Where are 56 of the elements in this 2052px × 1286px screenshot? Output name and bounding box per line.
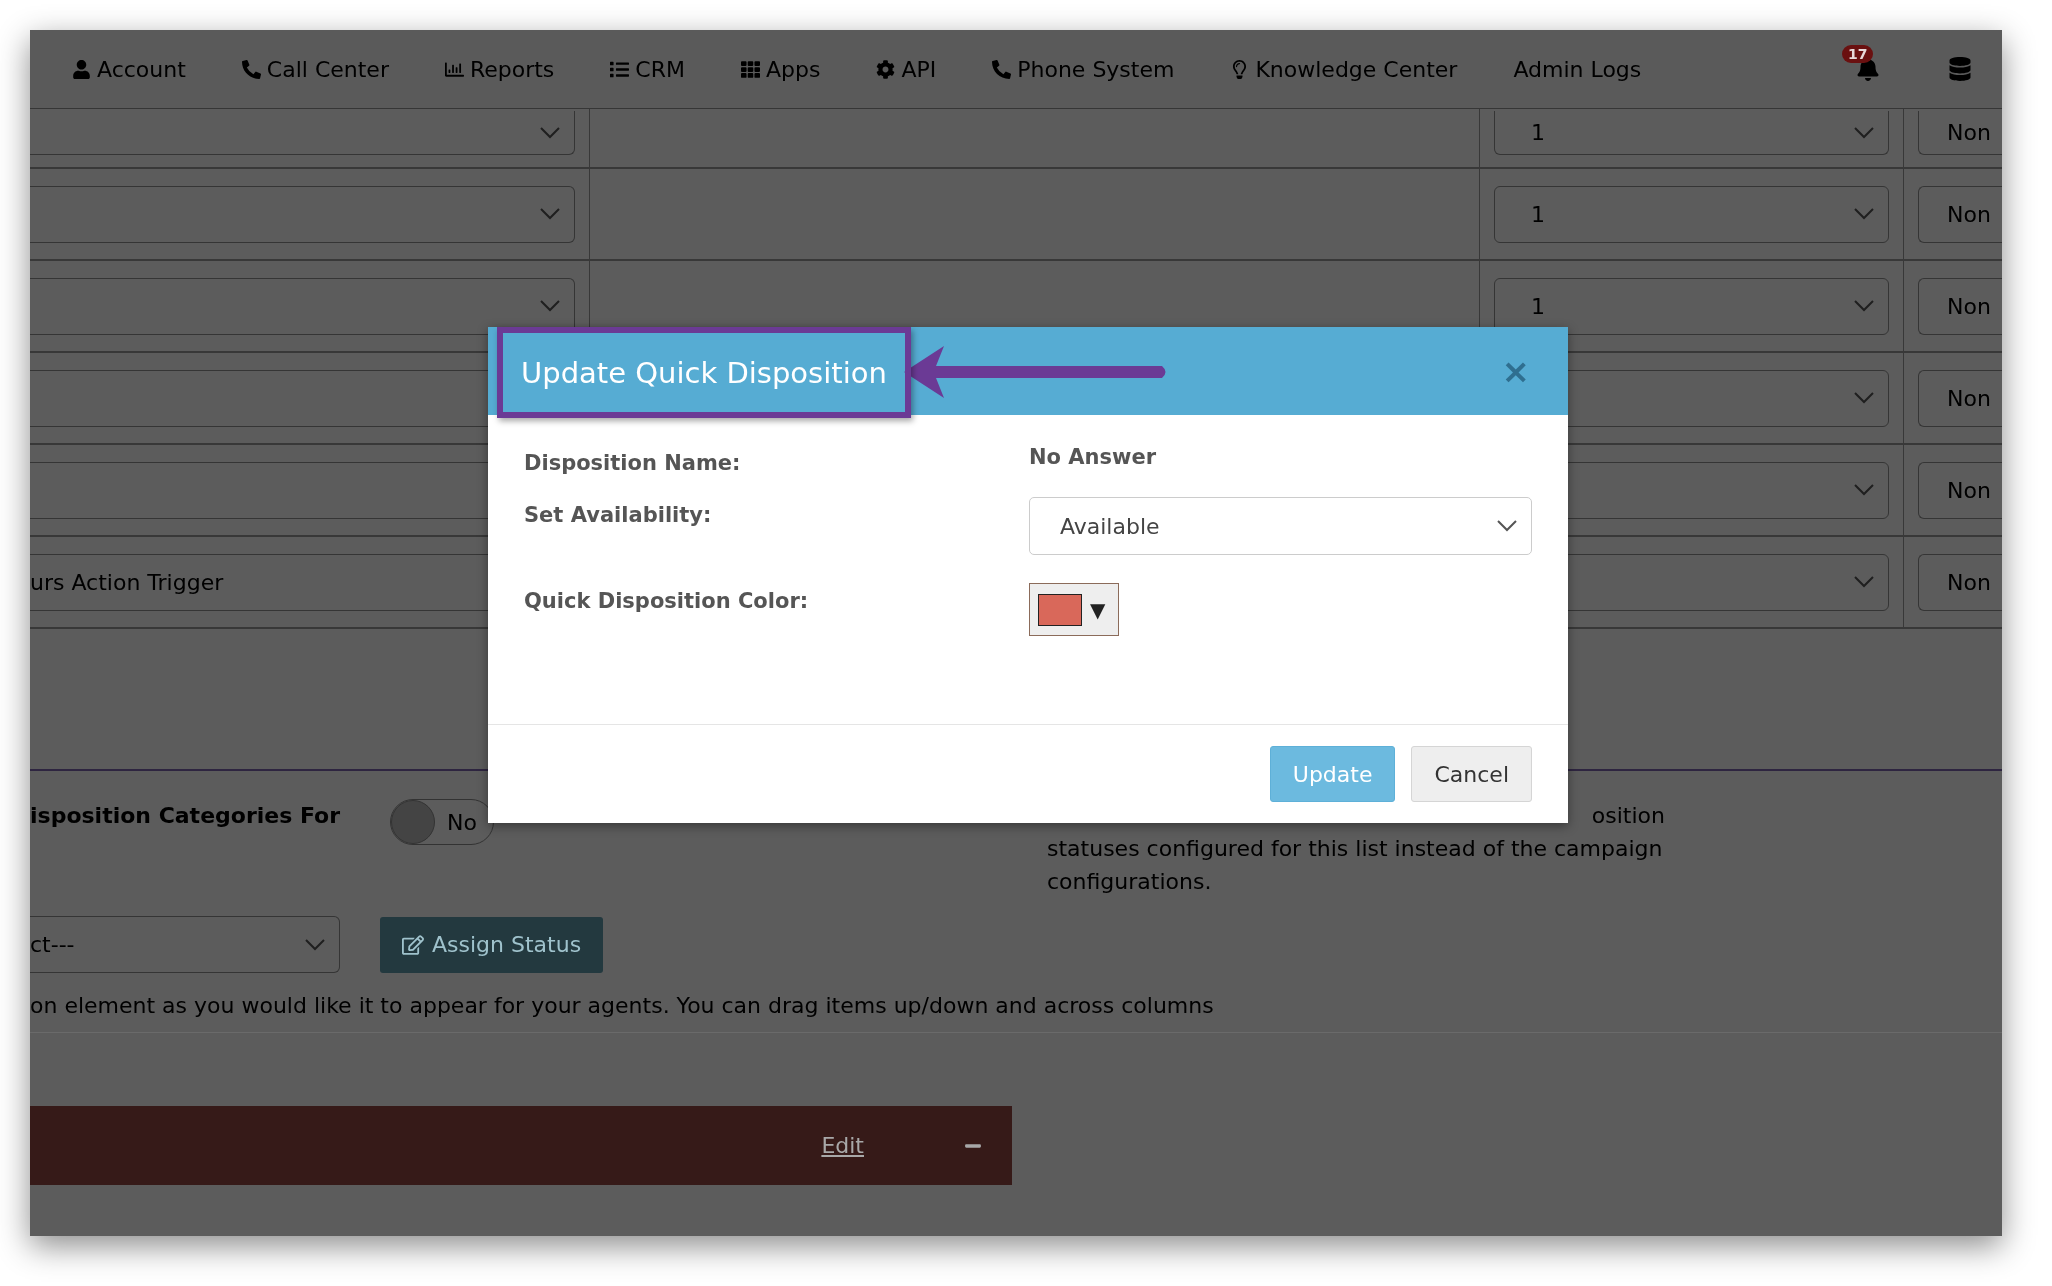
nav-link[interactable]: Phone System — [992, 56, 1175, 82]
select-field[interactable]: Non — [1918, 369, 2002, 427]
field-label: Disposition Name: — [524, 450, 742, 475]
phone-icon — [241, 59, 261, 79]
modal-title: Update Quick Disposition — [497, 327, 911, 418]
nav-link[interactable]: Call Center — [241, 56, 389, 82]
list-icon — [610, 59, 630, 79]
select-field[interactable] — [30, 111, 575, 155]
nav-link[interactable]: Admin Logs — [1513, 56, 1642, 82]
chevron-icon — [540, 300, 560, 312]
close-button[interactable]: × — [1501, 351, 1530, 391]
nav-link[interactable]: Knowledge Center — [1230, 56, 1458, 82]
grid-icon — [740, 59, 760, 79]
database-icon[interactable] — [1948, 57, 1972, 81]
nav-link[interactable]: Reports — [444, 56, 555, 82]
select-field[interactable]: Non — [1918, 553, 2002, 611]
status-select[interactable]: ct--- — [30, 916, 340, 973]
color-picker[interactable]: ▼ — [1029, 583, 1119, 636]
setting-label: isposition Categories For — [30, 802, 342, 828]
edit-icon — [402, 933, 424, 956]
chevron-icon — [305, 938, 325, 951]
assign-status-button[interactable]: Assign Status — [380, 916, 604, 973]
chevron-icon — [1854, 300, 1874, 312]
select-field[interactable] — [30, 185, 575, 243]
gear-icon — [876, 59, 896, 79]
chevron-icon — [1497, 520, 1517, 532]
phone-icon — [992, 59, 1012, 79]
select-field[interactable]: Non — [1918, 185, 2002, 243]
chevron-icon — [1854, 392, 1874, 404]
user-icon — [72, 59, 91, 79]
nav-link[interactable]: Apps — [740, 56, 821, 82]
cancel-button[interactable]: Cancel — [1411, 746, 1532, 802]
select-field[interactable]: 1 — [1494, 111, 1889, 155]
instructions-text: on element as you would like it to appear for your agents. You can drag items up/down and across columns — [30, 973, 2002, 1033]
chevron-icon — [540, 208, 560, 220]
notification-count: 17 — [1842, 45, 1874, 63]
setting-description: osition statuses configured for this list instead of the campaign configurations. — [1047, 802, 1666, 896]
select-field[interactable]: Non — [1918, 461, 2002, 519]
field-value: No Answer — [1029, 444, 1156, 469]
availability-select[interactable]: Available — [1029, 497, 1532, 555]
bell-icon[interactable] — [1856, 57, 1880, 81]
bar-chart-icon — [444, 59, 464, 79]
chevron-icon — [540, 126, 560, 139]
nav-link[interactable]: CRM — [610, 56, 685, 82]
chevron-icon — [1854, 208, 1874, 220]
field-label: Set Availability: — [524, 502, 713, 527]
chevron-icon — [1854, 576, 1874, 588]
nav-link[interactable]: API — [876, 56, 937, 82]
update-button[interactable]: Update — [1269, 746, 1396, 802]
nav-link[interactable]: Account — [72, 56, 186, 82]
chevron-icon — [1854, 484, 1874, 496]
select-field[interactable]: Non — [1918, 111, 2002, 155]
edit-link[interactable]: Edit — [821, 1133, 864, 1158]
select-field[interactable]: Non — [1918, 277, 2002, 335]
chevron-icon — [1854, 126, 1874, 139]
select-field[interactable]: 1 — [1494, 185, 1889, 243]
